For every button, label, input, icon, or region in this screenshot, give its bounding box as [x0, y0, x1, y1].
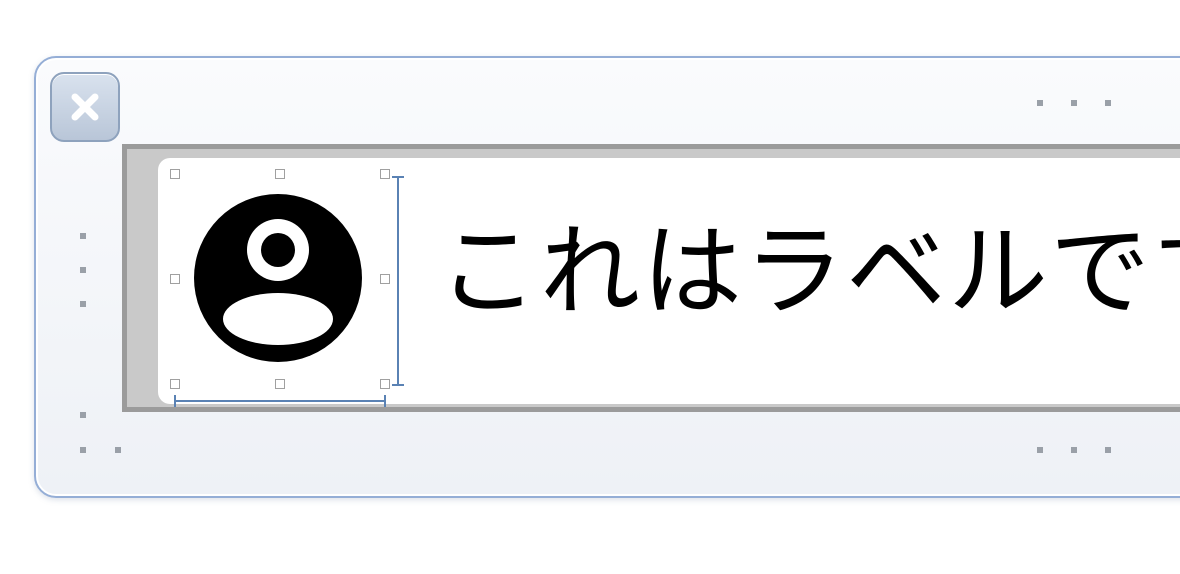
resize-dot	[80, 267, 86, 273]
selection-handle[interactable]	[170, 274, 180, 284]
resize-dot	[80, 447, 86, 453]
selection-handle[interactable]	[380, 169, 390, 179]
height-guide-tick	[392, 384, 404, 386]
selection-handle[interactable]	[380, 379, 390, 389]
width-guide-tick	[174, 395, 176, 407]
selection-handle[interactable]	[170, 379, 180, 389]
height-guide-tick	[392, 176, 404, 178]
selection-handle[interactable]	[380, 274, 390, 284]
resize-dot	[1071, 447, 1077, 453]
width-guide	[174, 400, 386, 402]
selection-handle[interactable]	[275, 169, 285, 179]
resize-dot	[115, 447, 121, 453]
label-text: これはラベルです	[438, 213, 1180, 330]
resize-dot	[1105, 447, 1111, 453]
resize-dot	[1037, 447, 1043, 453]
user-avatar-icon[interactable]	[192, 192, 364, 364]
resize-dot	[1037, 100, 1043, 106]
close-button[interactable]	[50, 72, 120, 142]
selection-handle[interactable]	[275, 379, 285, 389]
resize-dot	[1071, 100, 1077, 106]
designer-canvas: これはラベルです	[0, 0, 1180, 574]
resize-dot	[80, 233, 86, 239]
resize-dot	[80, 412, 86, 418]
selection-handle[interactable]	[170, 169, 180, 179]
height-guide	[397, 176, 399, 386]
resize-dot	[1105, 100, 1111, 106]
width-guide-tick	[384, 395, 386, 407]
close-icon	[71, 93, 99, 121]
resize-dot	[80, 301, 86, 307]
